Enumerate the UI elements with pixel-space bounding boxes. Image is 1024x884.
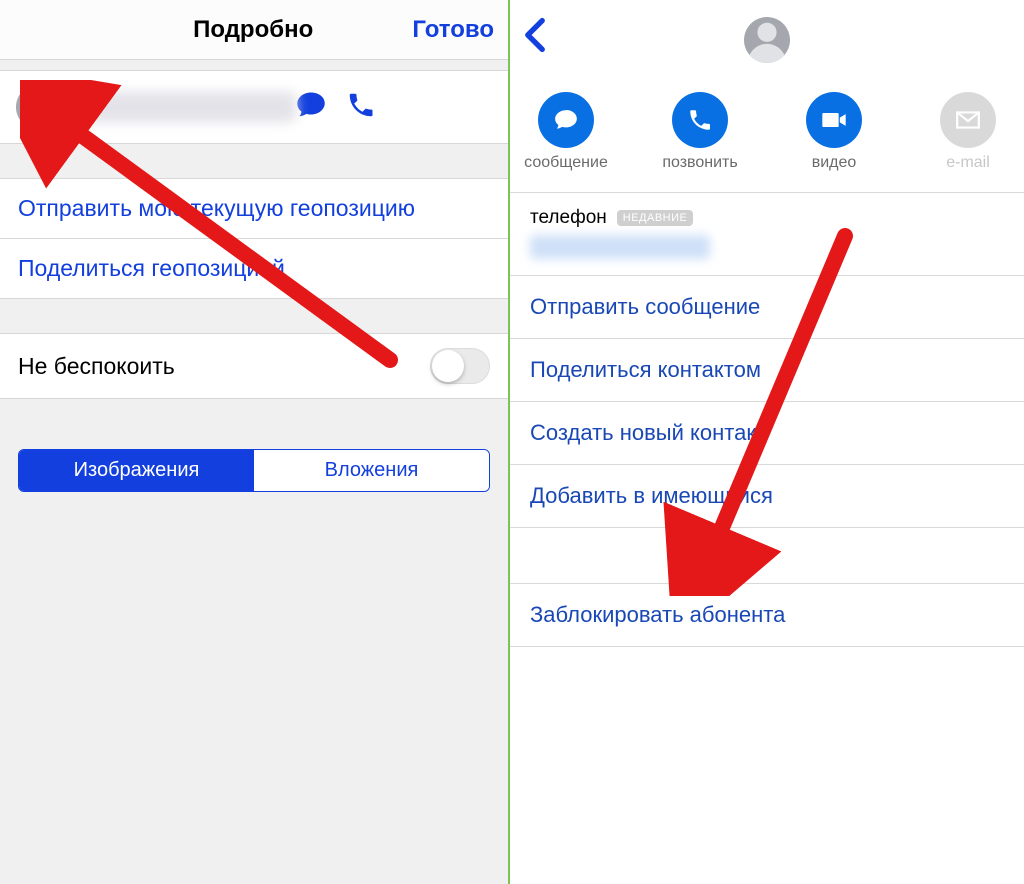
- phone-section: телефон НЕДАВНИЕ: [510, 193, 1024, 276]
- segmented-control: Изображения Вложения: [18, 449, 490, 492]
- nav-bar: Подробно Готово: [0, 0, 508, 60]
- share-contact-item[interactable]: Поделиться контактом: [510, 339, 1024, 402]
- send-current-location-item[interactable]: Отправить мою текущую геопозицию: [0, 179, 508, 239]
- message-circle-icon: [538, 92, 594, 148]
- actions-row: сообщение позвонить видео e-mail: [510, 80, 1024, 193]
- action-message[interactable]: сообщение: [518, 92, 614, 172]
- action-email: e-mail: [920, 92, 1016, 172]
- phone-number-blurred: [530, 235, 710, 259]
- location-section: Отправить мою текущую геопозицию Поделит…: [0, 178, 508, 299]
- right-panel: сообщение позвонить видео e-mail телефон…: [510, 0, 1024, 884]
- dnd-toggle[interactable]: [430, 348, 490, 384]
- contact-icons: [296, 90, 376, 125]
- left-panel: Подробно Готово Отправить мою текущую ге…: [0, 0, 508, 884]
- nav-title: Подробно: [193, 16, 313, 44]
- right-nav-bar: [510, 0, 1024, 80]
- phone-number-blurred: [76, 92, 296, 122]
- phone-icon[interactable]: [346, 90, 376, 125]
- action-email-label: e-mail: [946, 154, 990, 172]
- send-message-item[interactable]: Отправить сообщение: [510, 276, 1024, 339]
- action-video-label: видео: [812, 154, 857, 172]
- share-location-item[interactable]: Поделиться геопозицией: [0, 239, 508, 298]
- segment-images[interactable]: Изображения: [19, 450, 254, 491]
- avatar-icon[interactable]: [744, 17, 790, 63]
- create-new-contact-item[interactable]: Создать новый контакт: [510, 402, 1024, 465]
- avatar-icon: [16, 84, 62, 130]
- message-icon[interactable]: [296, 90, 326, 125]
- contact-avatar-wrap: [744, 17, 790, 63]
- section-gap: [510, 528, 1024, 584]
- action-video[interactable]: видео: [786, 92, 882, 172]
- done-button[interactable]: Готово: [412, 16, 494, 44]
- block-caller-item[interactable]: Заблокировать абонента: [510, 584, 1024, 647]
- action-message-label: сообщение: [524, 154, 608, 172]
- action-call[interactable]: позвонить: [652, 92, 748, 172]
- add-to-existing-item[interactable]: Добавить в имеющийся: [510, 465, 1024, 528]
- toggle-knob: [432, 350, 464, 382]
- contact-row[interactable]: [0, 70, 508, 144]
- email-circle-icon: [940, 92, 996, 148]
- video-circle-icon: [806, 92, 862, 148]
- back-chevron-icon[interactable]: [524, 17, 546, 62]
- recent-badge: НЕДАВНИЕ: [617, 210, 694, 226]
- phone-label-row: телефон НЕДАВНИЕ: [530, 207, 1004, 229]
- phone-circle-icon: [672, 92, 728, 148]
- do-not-disturb-row: Не беспокоить: [0, 333, 508, 399]
- phone-label: телефон: [530, 207, 607, 229]
- segment-attachments[interactable]: Вложения: [254, 450, 489, 491]
- dnd-label: Не беспокоить: [18, 353, 175, 380]
- actions-list: Отправить сообщение Поделиться контактом…: [510, 276, 1024, 528]
- action-call-label: позвонить: [662, 154, 737, 172]
